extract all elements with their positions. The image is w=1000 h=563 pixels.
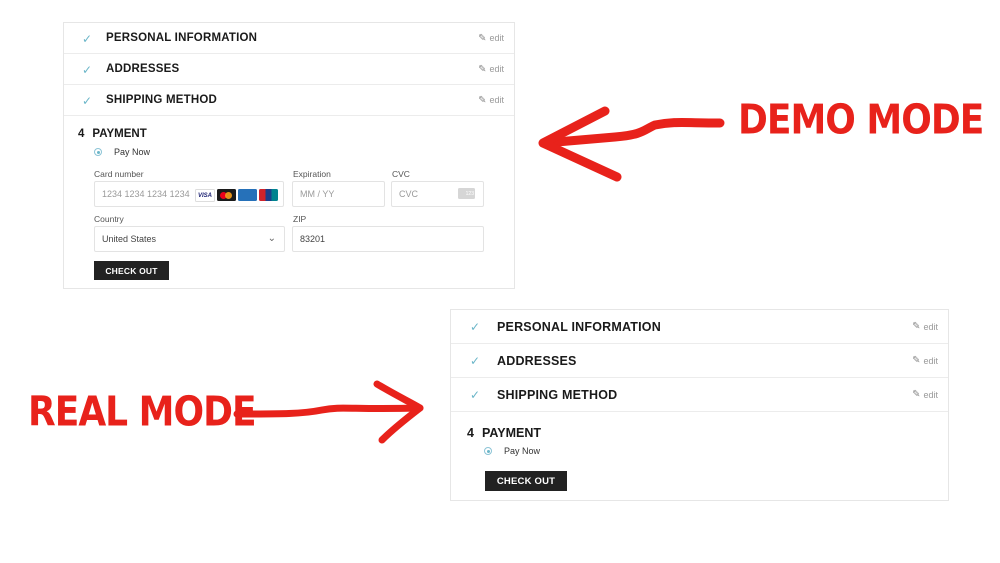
radio-selected[interactable] (484, 447, 492, 455)
step-addresses[interactable]: ✓ ADDRESSES ✎ edit (64, 54, 514, 85)
step-title: ADDRESSES (497, 353, 577, 368)
payment-heading: 4 PAYMENT (78, 128, 147, 140)
unionpay-icon (259, 189, 278, 201)
step-number: 4 (467, 426, 474, 440)
check-icon: ✓ (82, 63, 93, 77)
mastercard-icon (217, 189, 236, 201)
real-arrow-icon (233, 380, 424, 444)
country-select[interactable]: United States ⌄ (94, 226, 285, 252)
edit-link[interactable]: ✎ edit (478, 64, 504, 75)
card-number-label: Card number (94, 169, 144, 179)
step-title: ADDRESSES (106, 63, 180, 75)
step-shipping-method[interactable]: ✓ SHIPPING METHOD ✎ edit (64, 85, 514, 116)
step-addresses[interactable]: ✓ ADDRESSES ✎ edit (451, 344, 948, 378)
pay-now-label: Pay Now (504, 446, 541, 456)
check-out-button[interactable]: CHECK OUT (94, 261, 169, 280)
expiration-label: Expiration (293, 169, 331, 179)
pay-now-option[interactable]: Pay Now (94, 147, 150, 157)
real-mode-label: REAL MODE (28, 388, 257, 436)
country-label: Country (94, 214, 124, 224)
payment-title: PAYMENT (481, 426, 541, 440)
edit-link[interactable]: ✎ edit (478, 95, 504, 106)
check-out-button[interactable]: CHECK OUT (485, 471, 567, 491)
visa-icon: VISA (195, 189, 215, 202)
demo-mode-label: DEMO MODE (738, 96, 984, 144)
payment-title: PAYMENT (92, 128, 147, 140)
cvc-card-icon: 123 (458, 188, 475, 199)
edit-link[interactable]: ✎ edit (478, 33, 504, 44)
pencil-icon: ✎ (478, 63, 487, 75)
pencil-icon: ✎ (478, 32, 487, 44)
pencil-icon: ✎ (912, 355, 921, 366)
amex-icon (238, 189, 257, 201)
check-icon: ✓ (82, 94, 93, 108)
radio-selected[interactable] (94, 148, 102, 156)
pencil-icon: ✎ (912, 321, 921, 332)
edit-link[interactable]: ✎ edit (912, 321, 938, 332)
pay-now-label: Pay Now (114, 147, 151, 157)
step-title: SHIPPING METHOD (106, 94, 217, 106)
step-number: 4 (78, 128, 85, 140)
step-title: SHIPPING METHOD (497, 387, 618, 402)
step-personal-information[interactable]: ✓ PERSONAL INFORMATION ✎ edit (64, 23, 514, 54)
chevron-down-icon: ⌄ (267, 233, 276, 244)
pay-now-option[interactable]: Pay Now (484, 446, 540, 456)
edit-link[interactable]: ✎ edit (912, 355, 938, 366)
card-number-input[interactable]: 1234 1234 1234 1234 VISA (94, 181, 284, 207)
edit-link[interactable]: ✎ edit (912, 389, 938, 400)
check-icon: ✓ (470, 354, 481, 368)
check-icon: ✓ (470, 320, 481, 334)
zip-input[interactable]: 83201 (292, 226, 484, 252)
check-icon: ✓ (470, 388, 481, 402)
demo-arrow-icon (538, 106, 725, 182)
expiration-input[interactable]: MM / YY (292, 181, 385, 207)
pencil-icon: ✎ (912, 389, 921, 400)
real-checkout-panel: ✓ PERSONAL INFORMATION ✎ edit ✓ ADDRESSES… (450, 309, 949, 501)
cvc-label: CVC (392, 169, 410, 179)
check-icon: ✓ (82, 32, 93, 46)
step-title: PERSONAL INFORMATION (497, 319, 661, 334)
cvc-input[interactable]: CVC 123 (391, 181, 484, 207)
step-title: PERSONAL INFORMATION (106, 32, 258, 44)
pencil-icon: ✎ (478, 94, 487, 106)
step-personal-information[interactable]: ✓ PERSONAL INFORMATION ✎ edit (451, 310, 948, 344)
zip-label: ZIP (293, 214, 307, 224)
demo-checkout-panel: ✓ PERSONAL INFORMATION ✎ edit ✓ ADDRESSES… (63, 22, 515, 289)
step-shipping-method[interactable]: ✓ SHIPPING METHOD ✎ edit (451, 378, 948, 412)
card-brands: VISA (195, 189, 278, 202)
payment-heading: 4 PAYMENT (467, 426, 541, 440)
